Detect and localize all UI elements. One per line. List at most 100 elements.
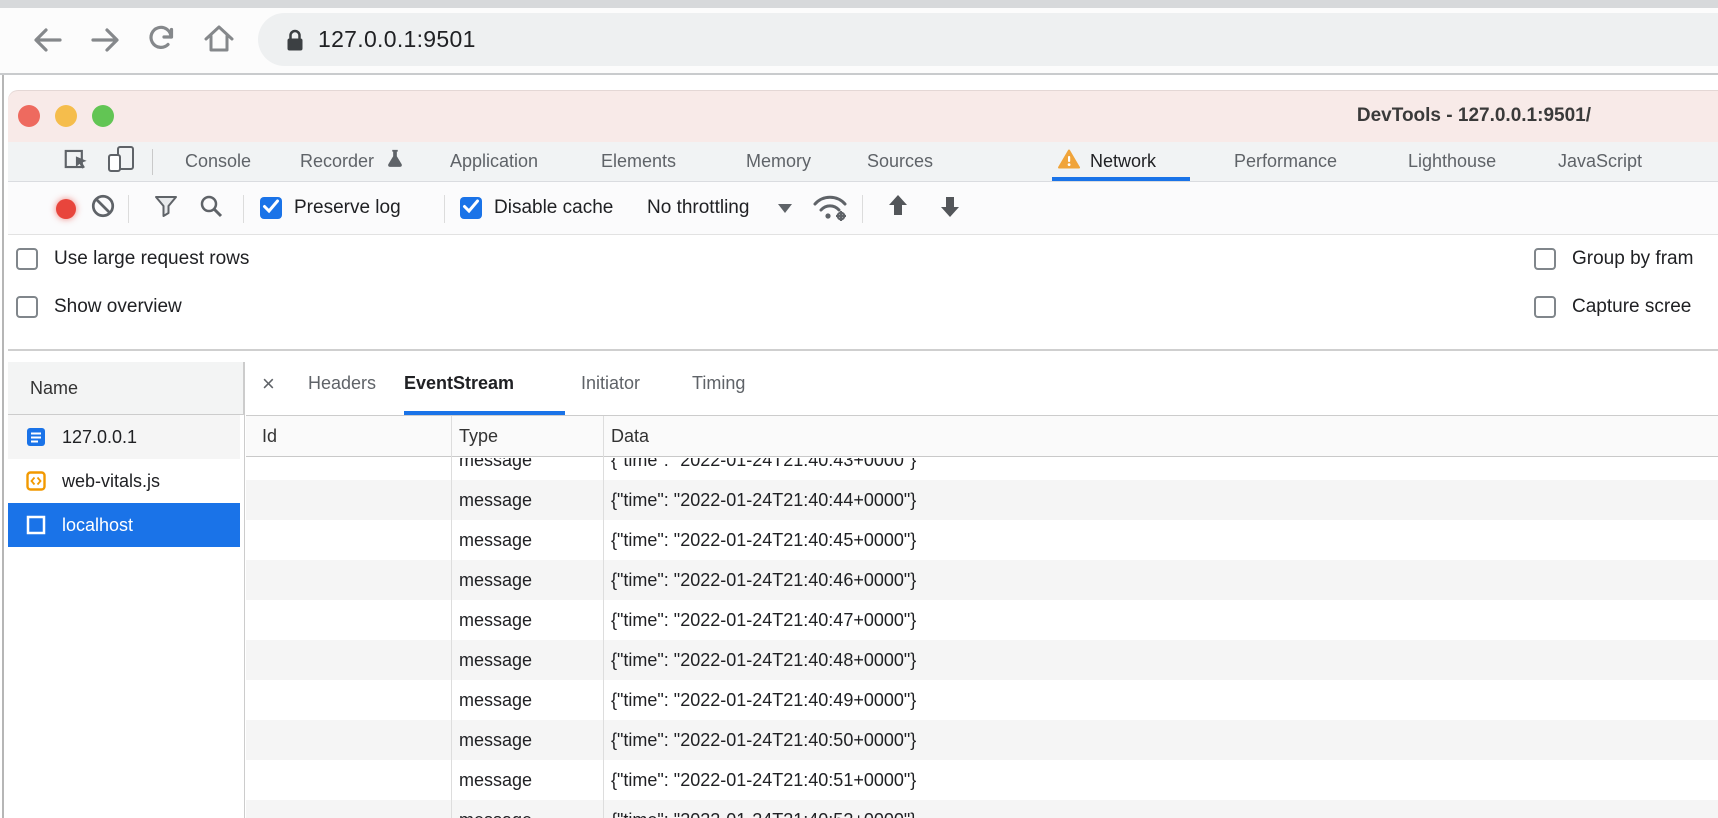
toolbar-separator [243,195,244,223]
close-window-button[interactable] [18,105,40,127]
table-row[interactable]: message {"time": "2022-01-24T21:40:50+00… [246,720,1718,760]
cell-data: {"time": "2022-01-24T21:40:44+0000"} [611,490,917,510]
cell-type: message [459,650,533,670]
back-button[interactable] [29,23,67,61]
request-detail-pane: × Headers EventStream Initiator Timing I… [246,351,1718,818]
reload-icon [145,23,179,62]
tab-console[interactable]: Console [185,142,251,181]
window-top-edge [0,0,1718,8]
search-button[interactable] [198,182,224,234]
clear-network-log-button[interactable] [90,182,116,234]
cell-type: message [459,610,533,630]
tab-label: Network [1090,151,1157,171]
group-by-frame-label[interactable]: Group by fram [1572,248,1693,270]
pane-splitter[interactable] [244,362,245,818]
inspect-icon [62,144,92,179]
url-text[interactable]: 127.0.0.1:9501 [318,26,476,53]
filter-button[interactable] [152,182,180,234]
table-row[interactable]: message {"time": "2022-01-24T21:40:51+00… [246,760,1718,800]
clear-icon [90,193,116,224]
network-conditions-button[interactable] [810,182,850,234]
table-row[interactable]: message {"time": "2022-01-24T21:40:43+00… [246,458,1718,480]
column-divider[interactable] [451,416,452,818]
import-har-button[interactable] [884,182,912,234]
tab-network[interactable]: Network [1058,142,1156,181]
tab-initiator[interactable]: Initiator [581,352,640,415]
table-row[interactable]: message {"time": "2022-01-24T21:40:52+00… [246,800,1718,818]
table-row[interactable]: message {"time": "2022-01-24T21:40:47+00… [246,600,1718,640]
tab-label: Initiator [581,373,641,393]
tab-memory[interactable]: Memory [746,142,811,181]
cell-data: {"time": "2022-01-24T21:40:51+0000"} [611,770,917,790]
device-toolbar-button[interactable] [105,142,137,181]
preserve-log-checkbox[interactable] [260,197,282,219]
lock-icon[interactable] [284,27,306,58]
arrow-up-icon [884,193,912,224]
tab-label: Console [185,151,252,171]
document-icon [26,427,46,447]
use-large-request-rows-label[interactable]: Use large request rows [54,248,249,270]
cell-data: {"time": "2022-01-24T21:40:45+0000"} [611,530,917,550]
name-column-header[interactable]: Name [8,362,244,415]
column-header-id[interactable]: Id [262,416,277,456]
chevron-down-icon [778,203,792,213]
show-overview-checkbox[interactable] [16,296,38,318]
request-name: localhost [62,514,134,535]
column-header-data[interactable]: Data [611,416,649,456]
cell-type: message [459,570,533,590]
screen: 127.0.0.1:9501 DevTools - 127.0.0.1:9501… [0,0,1718,818]
tab-headers[interactable]: Headers [308,352,376,415]
column-divider[interactable] [603,416,604,818]
tab-elements[interactable]: Elements [601,142,676,181]
show-overview-label[interactable]: Show overview [54,296,182,318]
capture-screenshots-label[interactable]: Capture scree [1572,296,1691,318]
reload-button[interactable] [143,23,181,61]
back-arrow-icon [30,22,66,63]
export-har-button[interactable] [936,182,964,234]
table-row[interactable]: message {"time": "2022-01-24T21:40:48+00… [246,640,1718,680]
address-bar[interactable]: 127.0.0.1:9501 [258,13,1718,66]
disable-cache-label[interactable]: Disable cache [494,197,613,219]
home-button[interactable] [200,23,238,61]
disable-cache-control: Disable cache [460,182,613,234]
cell-data: {"time": "2022-01-24T21:40:48+0000"} [611,650,917,670]
arrow-down-icon [936,193,964,224]
tab-label: Sources [867,151,934,171]
minimize-window-button[interactable] [55,105,77,127]
throttling-select[interactable]: No throttling [647,182,749,234]
tab-application[interactable]: Application [450,142,538,181]
tab-recorder[interactable]: Recorder [300,142,406,181]
tab-sources[interactable]: Sources [867,142,933,181]
record-network-log-button[interactable] [56,199,76,219]
request-list-pane: Name 127.0.0.1 web-vitals.js localhost [8,351,244,818]
show-overview-option: Show overview [16,296,182,318]
request-row-web-vitals[interactable]: web-vitals.js [8,459,240,503]
disable-cache-checkbox[interactable] [460,197,482,219]
table-row[interactable]: message {"time": "2022-01-24T21:40:49+00… [246,680,1718,720]
tab-timing[interactable]: Timing [692,352,745,415]
column-header-type[interactable]: Type [459,416,498,456]
group-by-frame-checkbox[interactable] [1534,248,1556,270]
browser-toolbar: 127.0.0.1:9501 [0,8,1718,75]
tab-javascript-profiler[interactable]: JavaScript [1558,142,1642,181]
capture-screenshots-checkbox[interactable] [1534,296,1556,318]
cell-type: message [459,490,533,510]
request-row-127001[interactable]: 127.0.0.1 [8,415,240,459]
forward-button[interactable] [86,23,124,61]
zoom-window-button[interactable] [92,105,114,127]
tab-performance[interactable]: Performance [1234,142,1337,181]
use-large-request-rows-checkbox[interactable] [16,248,38,270]
check-icon [261,196,281,221]
inspect-element-button[interactable] [62,142,92,181]
request-row-localhost[interactable]: localhost [8,503,240,547]
tab-eventstream[interactable]: EventStream [404,352,514,415]
tab-lighthouse[interactable]: Lighthouse [1408,142,1496,181]
request-name: web-vitals.js [62,470,161,491]
close-detail-button[interactable]: × [262,352,275,415]
preserve-log-label[interactable]: Preserve log [294,197,401,219]
table-row[interactable]: message {"time": "2022-01-24T21:40:46+00… [246,560,1718,600]
table-row[interactable]: message {"time": "2022-01-24T21:40:45+00… [246,520,1718,560]
throttling-dropdown-caret[interactable] [778,182,792,234]
tab-label: Application [450,151,539,171]
table-row[interactable]: message {"time": "2022-01-24T21:40:44+00… [246,480,1718,520]
